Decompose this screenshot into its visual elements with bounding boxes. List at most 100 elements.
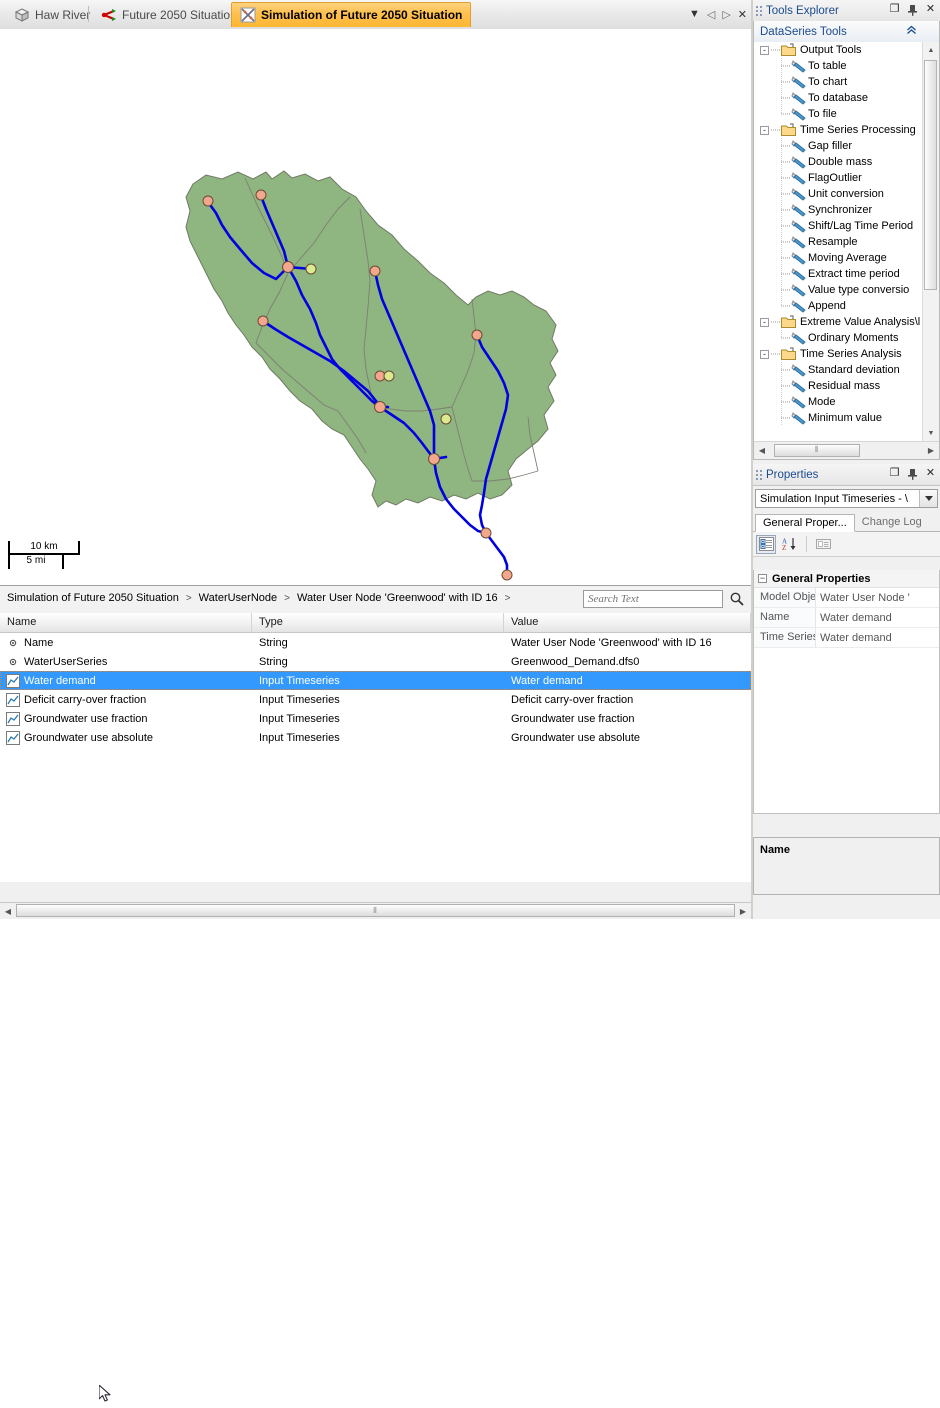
tree-item-resample[interactable]: Resample: [754, 234, 923, 250]
property-value[interactable]: Water demand: [816, 612, 939, 624]
properties-toolbar: A Z: [753, 532, 940, 557]
table-row[interactable]: WaterUserSeries String Greenwood_Demand.…: [0, 652, 751, 671]
property-row[interactable]: Name Water demand: [754, 608, 939, 628]
search-icon[interactable]: [729, 591, 745, 607]
drag-grip-icon[interactable]: [756, 468, 763, 481]
tree-line: [780, 106, 791, 122]
table-row[interactable]: Name String Water User Node 'Greenwood' …: [0, 633, 751, 652]
toolbar-separator: [806, 536, 807, 552]
category-expander-icon[interactable]: −: [758, 574, 767, 583]
tab-next-icon[interactable]: ▷: [722, 8, 730, 21]
grid-horizontal-scrollbar[interactable]: ◀ ⦀ ▶: [0, 902, 751, 919]
tree-item-unit-conversion[interactable]: Unit conversion: [754, 186, 923, 202]
grid-column-header-name[interactable]: Name: [0, 613, 252, 632]
property-page-icon[interactable]: [813, 535, 833, 554]
chevron-up-icon[interactable]: [906, 25, 917, 38]
tree-item-mode[interactable]: Mode: [754, 394, 923, 410]
scrollbar-thumb[interactable]: [924, 60, 937, 290]
chevron-down-icon[interactable]: [919, 490, 937, 507]
tree-expander-icon[interactable]: -: [760, 45, 769, 55]
breadcrumb-item-2[interactable]: Water User Node 'Greenwood' with ID 16: [297, 592, 498, 604]
scrollbar-track[interactable]: ⦀: [770, 442, 923, 459]
table-row[interactable]: Groundwater use absolute Input Timeserie…: [0, 728, 751, 747]
simulation-icon: [240, 7, 256, 23]
tree-expander-icon[interactable]: -: [760, 125, 769, 135]
categorized-icon[interactable]: [756, 534, 776, 554]
tree-item-synchronizer[interactable]: Synchronizer: [754, 202, 923, 218]
tree-folder-output-tools[interactable]: - Output Tools: [754, 42, 923, 58]
table-row[interactable]: Deficit carry-over fraction Input Timese…: [0, 690, 751, 709]
scroll-right-icon[interactable]: ▶: [735, 903, 751, 919]
tree-item-gap-filler[interactable]: Gap filler: [754, 138, 923, 154]
restore-icon[interactable]: ❐: [889, 467, 900, 480]
table-row-selected[interactable]: Water demand Input Timeseries Water dema…: [0, 671, 751, 690]
tree-expander-icon[interactable]: -: [760, 317, 769, 327]
grid-column-header-type[interactable]: Type: [252, 613, 504, 632]
scrollbar-thumb[interactable]: ⦀: [774, 443, 860, 457]
tree-item-to-table[interactable]: To table: [754, 58, 923, 74]
wrench-icon: [791, 203, 806, 217]
scroll-right-icon[interactable]: ▶: [923, 443, 939, 459]
tree-item-extract-time-period[interactable]: Extract time period: [754, 266, 923, 282]
tree-item-value-type-conversion[interactable]: Value type conversio: [754, 282, 923, 298]
tree-item-moving-average[interactable]: Moving Average: [754, 250, 923, 266]
tree-item-to-chart[interactable]: To chart: [754, 74, 923, 90]
table-row[interactable]: Groundwater use fraction Input Timeserie…: [0, 709, 751, 728]
drag-grip-icon[interactable]: [756, 4, 763, 17]
tree-horizontal-scrollbar[interactable]: ◀ ⦀ ▶: [754, 441, 939, 459]
dataseries-tools-section-header[interactable]: DataSeries Tools: [754, 21, 939, 43]
tab-simulation-of-future-2050-situation[interactable]: Simulation of Future 2050 Situation: [231, 2, 472, 27]
tree-label: Append: [808, 300, 846, 312]
tab-haw-river[interactable]: Haw River: [6, 3, 98, 26]
breadcrumb-item-1[interactable]: WaterUserNode: [199, 592, 277, 604]
tree-vertical-scrollbar[interactable]: ▲ ▼: [922, 42, 939, 441]
tree-item-shift-lag-time-period[interactable]: Shift/Lag Time Period: [754, 218, 923, 234]
tools-tree[interactable]: - Output Tools To table To chart To data…: [754, 42, 923, 441]
breadcrumb-item-0[interactable]: Simulation of Future 2050 Situation: [7, 592, 179, 604]
close-icon[interactable]: ✕: [925, 3, 936, 16]
tab-change-log[interactable]: Change Log: [855, 513, 929, 531]
pin-icon[interactable]: [907, 467, 918, 480]
tab-list-dropdown-icon[interactable]: ▼: [689, 8, 700, 20]
scroll-left-icon[interactable]: ◀: [0, 903, 16, 919]
tab-general-properties[interactable]: General Proper...: [755, 514, 855, 532]
map-canvas[interactable]: 10 km 5 mi: [0, 29, 751, 586]
tree-item-append[interactable]: Append: [754, 298, 923, 314]
tree-item-ordinary-moments[interactable]: Ordinary Moments: [754, 330, 923, 346]
tree-item-flagoutlier[interactable]: FlagOutlier: [754, 170, 923, 186]
grid-column-header-value[interactable]: Value: [504, 613, 751, 632]
tree-folder-time-series-analysis[interactable]: - Time Series Analysis: [754, 346, 923, 362]
scroll-left-icon[interactable]: ◀: [754, 443, 770, 459]
tab-prev-icon[interactable]: ◁: [707, 8, 715, 21]
search-box[interactable]: [583, 590, 723, 608]
tree-item-to-file[interactable]: To file: [754, 106, 923, 122]
property-row[interactable]: Time Series Water demand: [754, 628, 939, 648]
scroll-down-icon[interactable]: ▼: [923, 425, 939, 441]
pin-icon[interactable]: [907, 3, 918, 16]
tree-item-standard-deviation[interactable]: Standard deviation: [754, 362, 923, 378]
close-icon[interactable]: ✕: [925, 467, 936, 480]
object-selector-combobox[interactable]: Simulation Input Timeseries - \: [755, 489, 938, 508]
property-category-header[interactable]: − General Properties: [754, 570, 939, 588]
tree-folder-time-series-processing[interactable]: - Time Series Processing: [754, 122, 923, 138]
scrollbar-track[interactable]: ⦀: [16, 903, 735, 919]
property-value[interactable]: Water User Node ': [816, 592, 939, 604]
search-input[interactable]: [584, 591, 722, 607]
tools-explorer-title-bar[interactable]: Tools Explorer ❐ ✕: [753, 0, 940, 22]
scrollbar-thumb[interactable]: ⦀: [16, 904, 735, 917]
scroll-up-icon[interactable]: ▲: [923, 42, 939, 58]
tree-item-residual-mass[interactable]: Residual mass: [754, 378, 923, 394]
tree-item-double-mass[interactable]: Double mass: [754, 154, 923, 170]
property-value[interactable]: Water demand: [816, 632, 939, 644]
tab-close-icon[interactable]: ✕: [738, 8, 747, 21]
tree-item-to-database[interactable]: To database: [754, 90, 923, 106]
properties-title-bar[interactable]: Properties ❐ ✕: [753, 464, 940, 486]
tree-item-minimum-value[interactable]: Minimum value: [754, 410, 923, 426]
tab-future-2050-situation[interactable]: Future 2050 Situation: [93, 3, 245, 26]
sort-az-icon[interactable]: A Z: [780, 535, 800, 554]
tree-folder-extreme-value-analysis[interactable]: - Extreme Value Analysis\l: [754, 314, 923, 330]
property-row[interactable]: Model Obje Water User Node ': [754, 588, 939, 608]
tree-expander-icon[interactable]: -: [760, 349, 769, 359]
restore-icon[interactable]: ❐: [889, 3, 900, 16]
tree-line: [780, 154, 791, 170]
